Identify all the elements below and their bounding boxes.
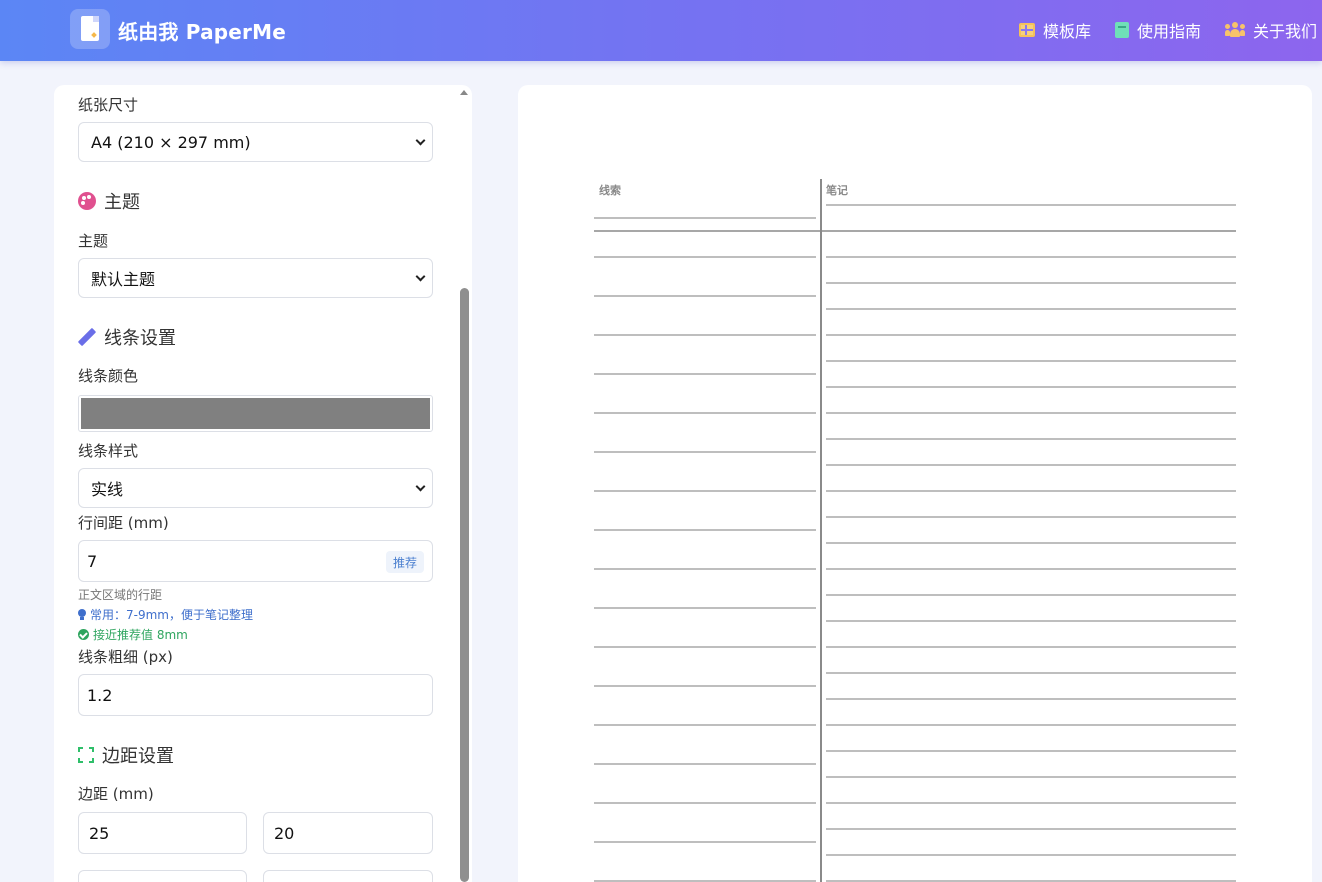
chevron-down-icon	[415, 135, 426, 146]
nav-guide-label: 使用指南	[1137, 22, 1202, 41]
line-style-value: 实线	[91, 480, 124, 499]
paper-size-select[interactable]: A4 (210 × 297 mm)	[78, 122, 433, 162]
line-section-label: 线条设置	[104, 328, 176, 349]
margin-right-value: 20	[274, 823, 295, 843]
spacing-hint-common-text: 常用：7-9mm，便于笔记整理	[90, 608, 253, 622]
pencil-icon	[78, 328, 96, 346]
line-width-input[interactable]: 1.2	[78, 674, 433, 716]
line-width-value: 1.2	[87, 685, 113, 705]
nav-about[interactable]: 关于我们	[1225, 18, 1317, 42]
paper-size-label: 纸张尺寸	[78, 96, 139, 114]
line-spacing-input[interactable]: 7 推荐	[78, 540, 433, 582]
margin-section-title: 边距设置	[78, 742, 174, 768]
line-spacing-label: 行间距 (mm)	[78, 514, 169, 532]
line-style-select[interactable]: 实线	[78, 468, 433, 508]
theme-section-label: 主题	[104, 192, 140, 213]
palette-icon	[78, 192, 96, 210]
margin-section-label: 边距设置	[102, 746, 174, 767]
spacing-hint-near-text: 接近推荐值 8mm	[93, 628, 188, 642]
settings-panel: 纸张尺寸 A4 (210 × 297 mm) 主题 主题 默认主题 线条设置 线…	[54, 85, 472, 882]
cornell-notes-page	[594, 179, 1236, 882]
spacing-hint-region-text: 正文区域的行距	[78, 588, 163, 602]
spacing-hint-region: 正文区域的行距	[78, 586, 162, 603]
margin-top-input[interactable]: 25	[78, 812, 247, 854]
app-header: 纸由我 PaperMe 模板库 使用指南 关于我们	[0, 0, 1322, 61]
line-section-title: 线条设置	[78, 324, 176, 350]
nav-templates[interactable]: 模板库	[1019, 18, 1091, 42]
recommend-button[interactable]: 推荐	[385, 551, 424, 573]
line-color-picker[interactable]	[78, 395, 433, 432]
margin-right-input[interactable]: 20	[263, 812, 433, 854]
scrollbar-thumb[interactable]	[460, 288, 469, 882]
theme-section-title: 主题	[78, 188, 140, 214]
logo-icon[interactable]	[70, 9, 110, 49]
book-icon	[1115, 22, 1129, 38]
margin-bottom-input[interactable]	[78, 870, 247, 882]
scroll-up-arrow-icon[interactable]	[460, 90, 468, 95]
line-color-label: 线条颜色	[78, 367, 139, 385]
margin-left-input[interactable]	[263, 870, 433, 882]
check-circle-icon	[78, 629, 89, 640]
nav-templates-label: 模板库	[1043, 22, 1092, 41]
paper-size-value: A4 (210 × 297 mm)	[91, 132, 251, 152]
notes-column-heading: 笔记	[826, 184, 848, 197]
theme-value: 默认主题	[91, 270, 156, 289]
cue-column-heading: 线索	[599, 184, 621, 197]
lightbulb-icon	[78, 609, 86, 620]
line-spacing-value: 7	[87, 551, 98, 571]
chevron-down-icon	[415, 481, 426, 492]
theme-select[interactable]: 默认主题	[78, 258, 433, 298]
spacing-hint-common: 常用：7-9mm，便于笔记整理	[78, 606, 253, 623]
line-color-swatch	[81, 398, 430, 429]
line-width-label: 线条粗细 (px)	[78, 648, 173, 666]
margin-top-value: 25	[89, 823, 110, 843]
chevron-down-icon	[415, 271, 426, 282]
spacing-hint-near: 接近推荐值 8mm	[78, 626, 188, 643]
grid-icon	[1019, 23, 1035, 37]
expand-icon	[78, 747, 94, 763]
margin-label: 边距 (mm)	[78, 785, 154, 803]
users-icon	[1225, 22, 1245, 38]
nav-guide[interactable]: 使用指南	[1115, 18, 1201, 42]
nav-about-label: 关于我们	[1253, 22, 1318, 41]
brand-title[interactable]: 纸由我 PaperMe	[118, 16, 286, 45]
theme-label: 主题	[78, 232, 109, 250]
paper-preview: 线索 笔记	[518, 85, 1312, 882]
line-style-label: 线条样式	[78, 442, 139, 460]
